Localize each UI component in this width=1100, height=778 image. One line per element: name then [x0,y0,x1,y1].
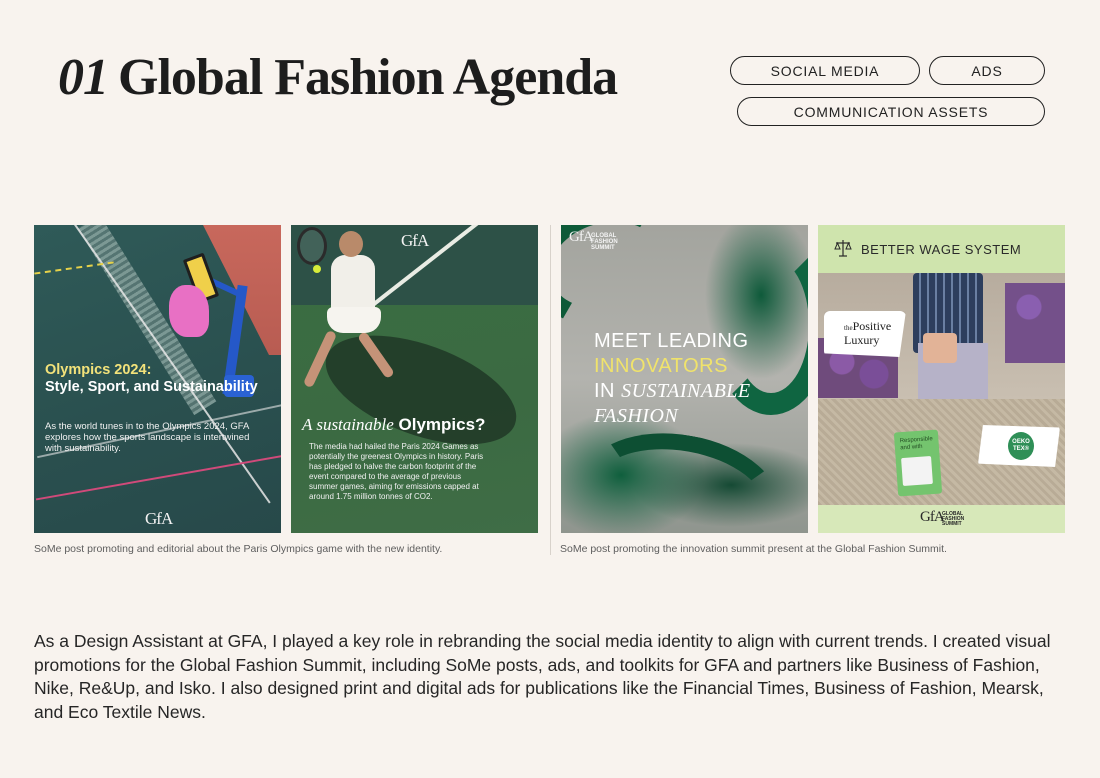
handbag [923,333,957,363]
card3-headline: MEET LEADING INNOVATORS IN SUSTAINABLE F… [594,329,794,429]
tag-social-media[interactable]: SOCIAL MEDIA [730,56,920,85]
label-tag-text-line: Responsible [899,436,933,445]
better-wage-system-card: BETTER WAGE SYSTEM Responsible and with … [818,225,1065,533]
card3-line1: MEET LEADING [594,330,749,352]
card2-headline-italic: A sustainable [302,415,394,434]
positive-luxury-line2: Luxury [844,333,880,347]
olympics-social-post-card: Olympics 2024: Style, Sport, and Sustain… [34,225,281,533]
caption-innovation-summit: SoMe post promoting the innovation summi… [560,543,947,555]
card1-headline-rest: Style, Sport, and Sustainability [45,379,258,395]
gfa-logo-subtext-line: SUMMIT [942,521,962,527]
positive-luxury-small: the [844,324,853,332]
positive-luxury-logo-text: thePositive Luxury [844,320,891,346]
tag-ads[interactable]: ADS [929,56,1045,85]
description-paragraph: As a Design Assistant at GFA, I played a… [34,631,1051,722]
card4-title: BETTER WAGE SYSTEM [861,242,1022,257]
court-pink-line [35,451,281,501]
card2-body: The media had hailed the Paris 2024 Game… [309,442,484,501]
gfa-logo: GfA [569,229,594,245]
positive-luxury-badge: thePositive Luxury [824,311,906,357]
page-title-text: Global Fashion Agenda [118,49,618,106]
card1-headline-accent: Olympics 2024: [45,362,152,378]
card3-line2: INNOVATORS [594,355,728,377]
tennis-racket [297,227,327,265]
gfa-logo: GfA [920,509,945,525]
label-tag-text-line: and with [900,443,923,452]
tag-communication-assets[interactable]: COMMUNICATION ASSETS [737,97,1045,126]
card3-line3-prefix: IN [594,380,615,402]
page-title-number: 01 [58,49,109,106]
card2-headline-bold: Olympics? [398,415,486,434]
label-tag-inner [901,455,933,487]
player-skirt [327,307,381,333]
oeko-tex-badge: OEKO TEX® [978,425,1060,467]
page-title: 01 Global Fashion Agenda [58,48,618,107]
card1-headline: Olympics 2024: Style, Sport, and Sustain… [45,362,265,396]
sustainable-olympics-editorial-card: GfA A sustainable Olympics? The media ha… [291,225,538,533]
gfa-logo-subtext: GLOBAL FASHION SUMMIT [942,512,964,527]
pink-cloth [169,285,209,337]
caption-olympics: SoMe post promoting and editorial about … [34,543,443,555]
oeko-tex-line1: OEKO [1012,439,1030,445]
label-tag-text: Responsible and with [900,436,941,453]
card2-headline: A sustainable Olympics? [302,415,532,435]
oeko-tex-logo: OEKO TEX® [1008,432,1034,460]
card3-line4-serif: FASHION [594,405,679,427]
tennis-ball [313,265,321,273]
positive-luxury-line1: Positive [852,319,892,333]
marble-swirl [572,418,790,533]
card3-line3-serif: SUSTAINABLE [621,380,751,402]
tag-communication-assets-label: COMMUNICATION ASSETS [793,103,989,120]
card1-body: As the world tunes in to the Olympics 20… [45,421,250,454]
gfa-logo-subtext: GLOBAL FASHION SUMMIT [591,233,618,251]
innovators-summit-card: GfA GLOBAL FASHION SUMMIT MEET LEADING I… [561,225,808,533]
gfa-logo: GfA [145,509,173,528]
scale-icon [834,240,852,257]
gfa-logo: GfA [401,231,429,250]
flowers [1005,283,1065,363]
tag-ads-label: ADS [971,62,1003,79]
gfa-logo-subtext-line: SUMMIT [591,245,615,251]
player-head [339,231,363,257]
tag-social-media-label: SOCIAL MEDIA [770,62,880,79]
oeko-tex-line2: TEX® [1012,446,1030,452]
section-divider [550,225,551,555]
